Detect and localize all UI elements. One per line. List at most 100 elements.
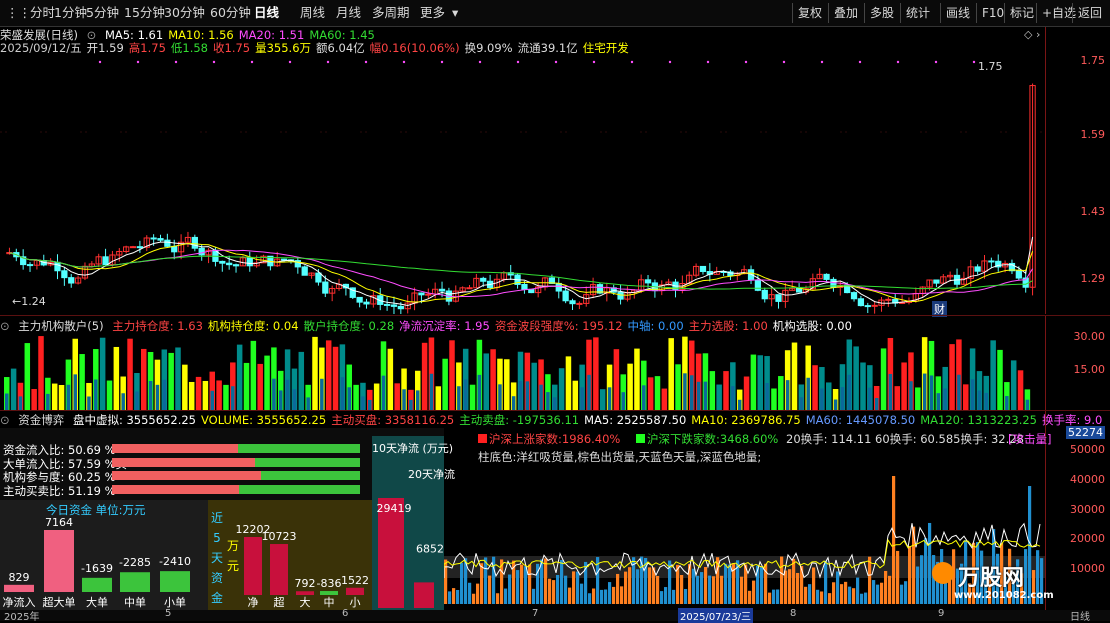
- position-bar-inner: [416, 390, 420, 410]
- position-bar-inner: [785, 380, 790, 410]
- candle-body: [617, 291, 624, 300]
- position-bar: [449, 340, 455, 410]
- volume-bar: [648, 567, 652, 604]
- position-bar-inner: [121, 393, 125, 410]
- toolbar-button-2[interactable]: 多股: [864, 3, 899, 23]
- position-bar: [743, 376, 750, 410]
- period-tab-5[interactable]: 60分钟: [210, 0, 251, 26]
- quote-field-8: 换9.09%: [464, 41, 513, 55]
- today-capital-bar: [160, 571, 190, 592]
- position-bar-inner: [135, 391, 139, 410]
- signal-dot: [592, 60, 596, 64]
- period-tab-4[interactable]: 30分钟: [164, 0, 205, 26]
- volume-bar: [552, 580, 556, 604]
- gear-icon[interactable]: ⊙: [0, 413, 10, 427]
- volume-axis-tick-0: 52274: [1066, 426, 1105, 439]
- today-capital-name: 中单: [124, 596, 146, 609]
- candle-body: [383, 303, 391, 306]
- volume-bar: [532, 588, 536, 604]
- capital-ratio-track-1: [112, 457, 360, 467]
- volume-bar: [892, 476, 896, 604]
- position-bar: [826, 382, 832, 410]
- position-bar: [195, 376, 202, 410]
- volume-bar: [576, 571, 580, 604]
- candle-body: [232, 264, 240, 267]
- candlestick-chart: [0, 60, 1045, 314]
- period-tab-3[interactable]: 15分钟: [124, 0, 165, 26]
- position-bar-inner: [840, 387, 845, 410]
- grid-icon[interactable]: ⋮⋮: [6, 0, 31, 26]
- volume-bar: [808, 584, 812, 604]
- volume-bar: [720, 575, 724, 604]
- volume-bar: [908, 546, 912, 604]
- volume-bar: [544, 558, 548, 604]
- position-bar-inner: [874, 397, 879, 410]
- volume-bar: [804, 586, 808, 604]
- position-bar: [709, 371, 716, 410]
- toolbar-button-0[interactable]: 复权: [792, 3, 827, 23]
- toolbar-button-8[interactable]: 返回: [1072, 3, 1107, 23]
- indicator2-header: ⊙ 资金博弈 盘中虚拟: 3555652.25 VOLUME: 3555652.2…: [0, 412, 1107, 428]
- position-bar-inner: [498, 384, 502, 410]
- brand-name: 万股网: [958, 566, 1025, 591]
- indicator2-title[interactable]: 资金博弈: [18, 413, 64, 427]
- toolbar-button-3[interactable]: 统计: [900, 3, 935, 23]
- toolbar-button-6[interactable]: 标记: [1004, 3, 1039, 23]
- period-tab-10[interactable]: 更多: [420, 0, 445, 26]
- period-tab-9[interactable]: 多周期: [372, 0, 410, 26]
- position-bar: [38, 336, 44, 410]
- ind2-value-0: 盘中虚拟: 3555652.25: [72, 413, 196, 427]
- chevron-right-icon[interactable]: ›: [1036, 28, 1040, 41]
- chevron-down-icon[interactable]: ▾: [452, 0, 458, 26]
- date-label-3: 7: [532, 608, 539, 619]
- volume-bar: [628, 567, 632, 604]
- candle-body: [933, 279, 940, 284]
- period-tab-2[interactable]: 5分钟: [86, 0, 119, 26]
- position-bar: [1010, 360, 1017, 410]
- volume-bar: [560, 560, 564, 604]
- volume-axis-tick-2: 40000: [1070, 473, 1105, 486]
- position-bar: [141, 348, 147, 410]
- position-bar-inner: [87, 396, 91, 410]
- position-bar-inner: [909, 381, 913, 410]
- indicator1-title[interactable]: 主力机构散户(5): [18, 319, 103, 333]
- signal-dot: [326, 60, 330, 64]
- legend-down: 沪深下跌家数:3468.60%: [636, 431, 778, 447]
- candle-body: [795, 287, 803, 293]
- toolbar-button-1[interactable]: 叠加: [828, 3, 863, 23]
- position-bar-inner: [402, 389, 406, 410]
- position-bar: [298, 351, 305, 410]
- period-tab-7[interactable]: 周线: [300, 0, 325, 26]
- toolbar-button-4[interactable]: 画线: [940, 3, 975, 23]
- candle-body: [301, 266, 308, 276]
- volume-bar: [844, 581, 848, 604]
- period-tab-6[interactable]: 日线: [254, 0, 279, 26]
- volume-bar: [920, 555, 924, 604]
- diamond-icon[interactable]: ◇: [1024, 28, 1032, 41]
- position-bar-inner: [765, 383, 769, 410]
- position-bar: [627, 363, 633, 410]
- period-tab-1[interactable]: 1分钟: [54, 0, 87, 26]
- position-bar: [51, 383, 58, 410]
- position-bar: [387, 348, 394, 410]
- position-bar: [894, 386, 900, 410]
- five-day-name: 小: [350, 596, 361, 609]
- volume-bar: [796, 572, 800, 604]
- candle-body: [569, 300, 576, 305]
- volume-bar: [568, 587, 572, 604]
- capital-ratio-fill-0: [112, 444, 238, 453]
- period-tab-8[interactable]: 月线: [336, 0, 361, 26]
- moving-average-line: [9, 242, 1034, 303]
- position-bar-inner: [847, 374, 852, 410]
- position-bar: [31, 389, 37, 410]
- candle-body: [885, 298, 892, 301]
- position-bar: [182, 364, 188, 410]
- period-tab-0[interactable]: 分时: [30, 0, 55, 26]
- volume-bar: [712, 576, 716, 604]
- volume-bar: [904, 581, 908, 604]
- position-bar: [264, 355, 270, 410]
- position-bar: [901, 362, 907, 410]
- candle-body: [418, 292, 425, 296]
- gear-icon[interactable]: ⊙: [0, 319, 10, 333]
- position-bar: [113, 346, 120, 410]
